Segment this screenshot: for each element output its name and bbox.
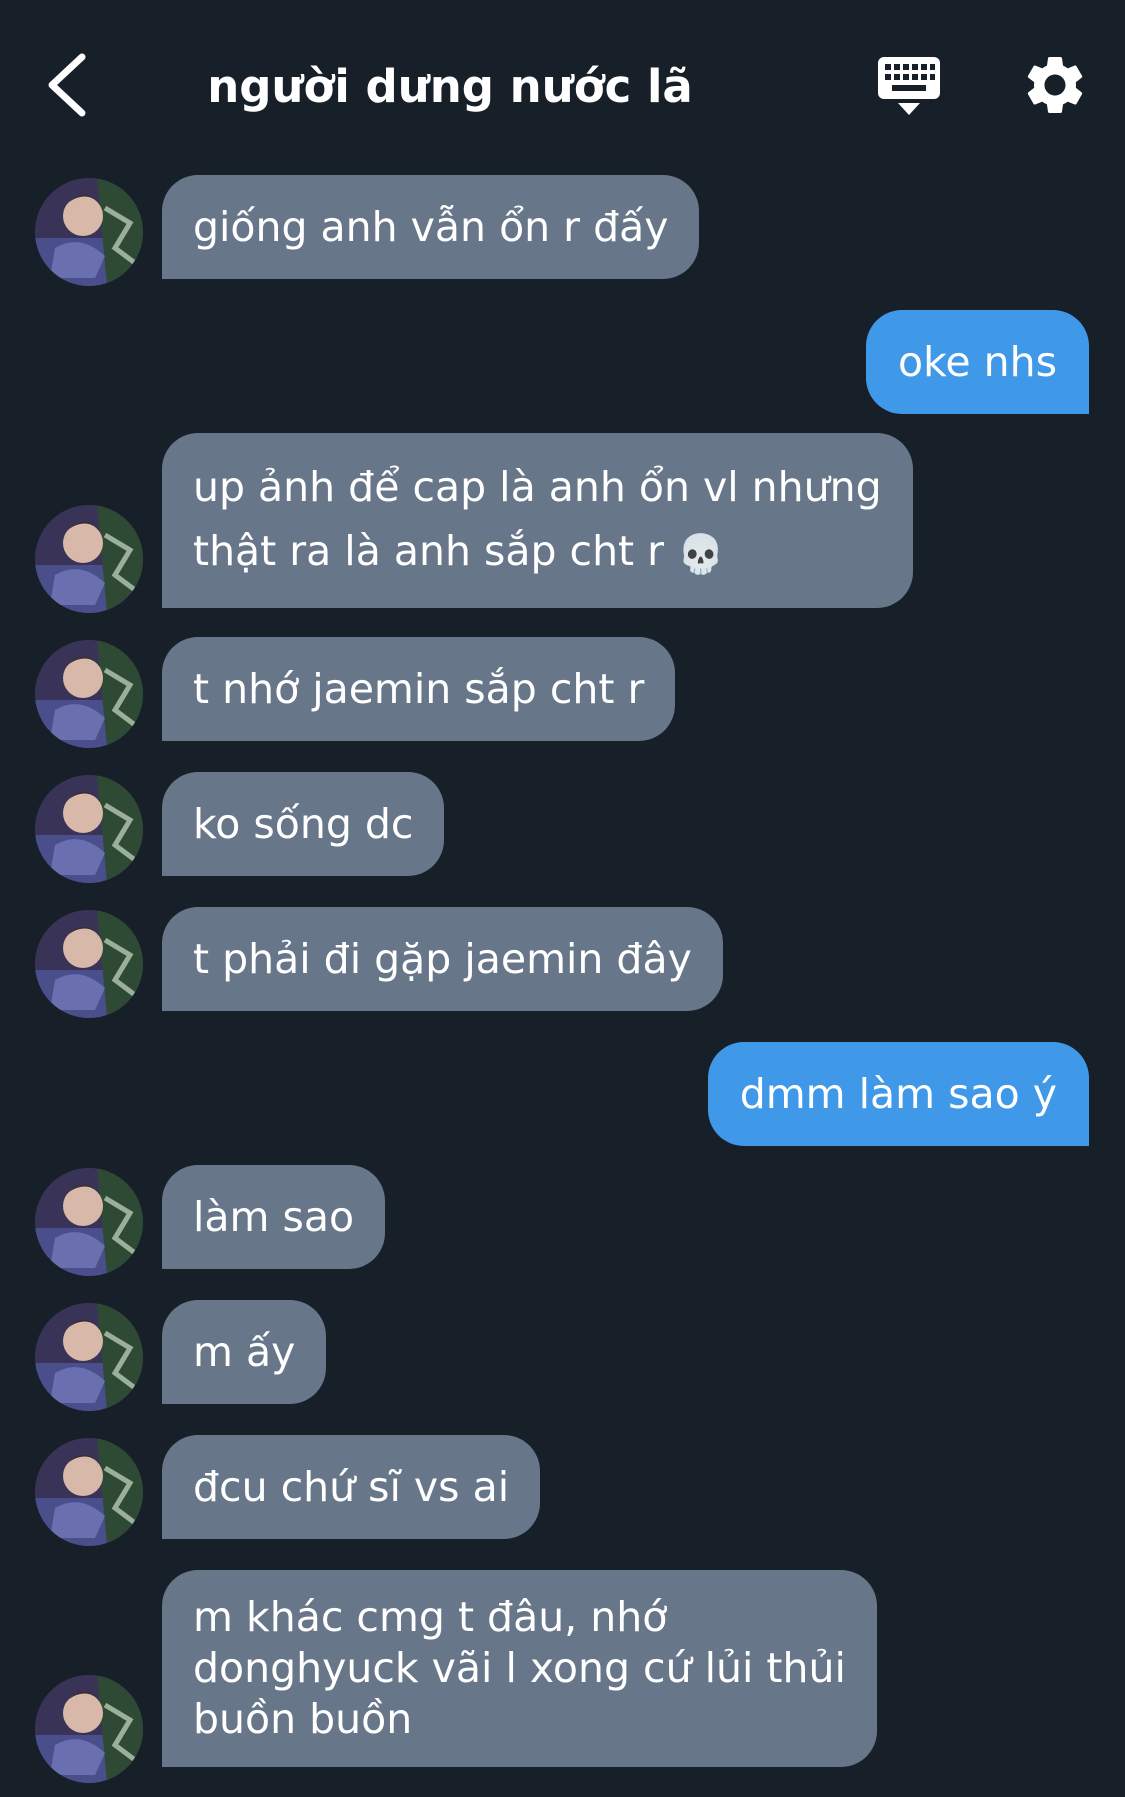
avatar-photo <box>35 640 143 748</box>
message-bubble-incoming[interactable]: m khác cmg t đâu, nhớ donghyuck vãi l xo… <box>162 1570 877 1767</box>
message-bubble-incoming[interactable]: giống anh vẫn ổn r đấy <box>162 175 700 279</box>
message-line: up ảnh để cap là anh ổn vl nhưng <box>193 463 882 511</box>
message-line: donghyuck vãi l xong cứ lủi thủi <box>193 1644 846 1692</box>
contact-avatar[interactable] <box>35 505 143 613</box>
avatar-photo <box>35 1168 143 1276</box>
avatar-photo <box>35 1675 143 1783</box>
contact-avatar[interactable] <box>35 1168 143 1276</box>
message-line: m khác cmg t đâu, nhớ <box>193 1593 668 1641</box>
skull-icon: 💀 <box>677 532 725 576</box>
avatar-photo <box>35 775 143 883</box>
message-bubble-outgoing[interactable]: dmm làm sao ý <box>707 1042 1089 1146</box>
message-bubble-incoming[interactable]: ko sống dc <box>162 772 445 876</box>
message-bubble-incoming[interactable]: t nhớ jaemin sắp cht r <box>162 637 676 741</box>
contact-avatar[interactable] <box>35 1438 143 1546</box>
message-bubble-incoming[interactable]: m ấy <box>162 1300 327 1404</box>
message-line: buồn buồn <box>193 1695 413 1743</box>
avatar-photo <box>35 178 143 286</box>
settings-button[interactable] <box>1020 50 1090 120</box>
message-bubble-outgoing[interactable]: oke nhs <box>866 310 1089 414</box>
avatar-photo <box>35 1303 143 1411</box>
contact-avatar[interactable] <box>35 910 143 1018</box>
contact-avatar[interactable] <box>35 1303 143 1411</box>
contact-avatar[interactable] <box>35 1675 143 1783</box>
message-bubble-incoming[interactable]: up ảnh để cap là anh ổn vl nhưng thật ra… <box>162 433 913 608</box>
message-text: thật ra là anh sắp cht r <box>193 527 665 575</box>
contact-avatar[interactable] <box>35 178 143 286</box>
avatar-photo <box>35 505 143 613</box>
chevron-left-icon <box>48 53 86 117</box>
back-button[interactable] <box>34 45 104 125</box>
message-bubble-incoming[interactable]: đcu chứ sĩ vs ai <box>162 1435 541 1539</box>
keyboard-icon <box>878 57 940 115</box>
conversation-title: người dưng nước lã <box>207 60 693 113</box>
contact-avatar[interactable] <box>35 640 143 748</box>
chat-header: người dưng nước lã <box>0 0 1125 170</box>
avatar-photo <box>35 1438 143 1546</box>
contact-avatar[interactable] <box>35 775 143 883</box>
message-bubble-incoming[interactable]: t phải đi gặp jaemin đây <box>162 907 723 1011</box>
avatar-photo <box>35 910 143 1018</box>
message-line: thật ra là anh sắp cht r 💀 <box>193 519 882 586</box>
gear-icon <box>1027 57 1083 113</box>
message-bubble-incoming[interactable]: làm sao <box>162 1165 386 1269</box>
keyboard-button[interactable] <box>874 53 944 123</box>
